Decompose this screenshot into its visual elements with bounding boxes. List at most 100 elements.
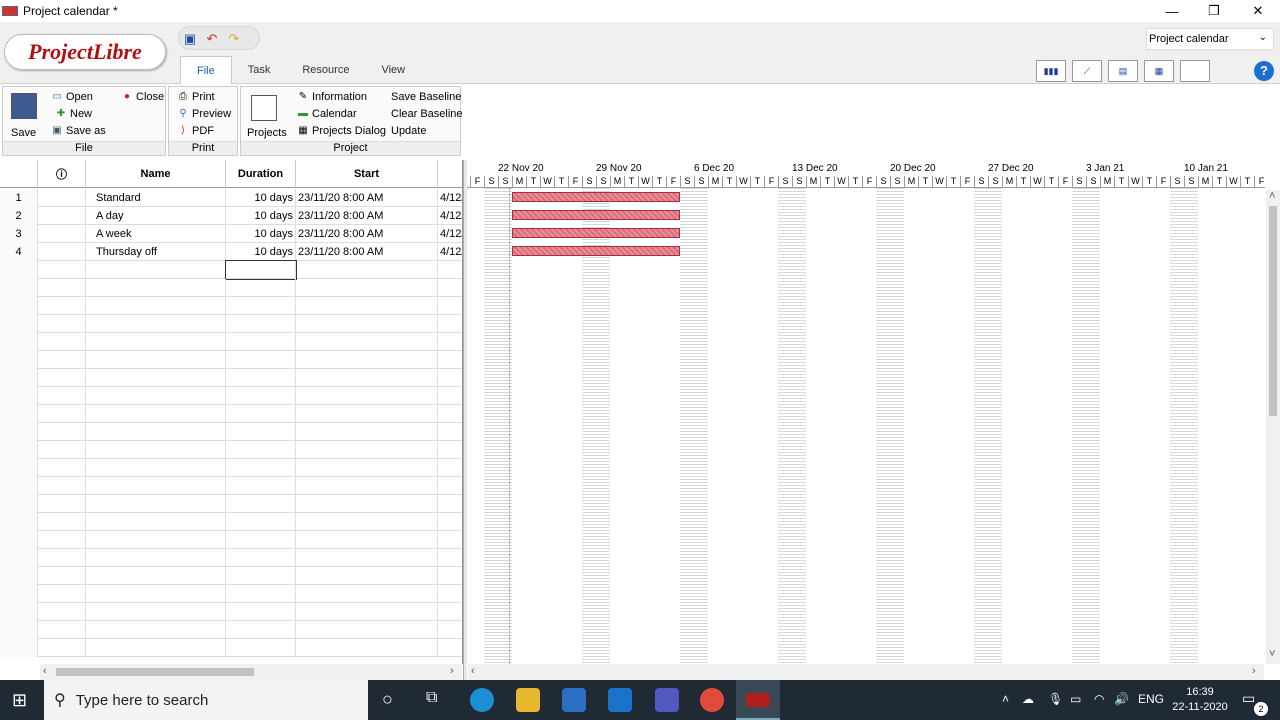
table-row[interactable]: 2 A day 10 days 23/11/20 8:00 AM 4/12/ [0, 207, 462, 225]
start-cell[interactable] [296, 531, 438, 549]
duration-cell[interactable] [226, 369, 296, 387]
name-cell[interactable] [86, 585, 226, 603]
name-cell[interactable]: Thursday off [86, 243, 226, 261]
table-row[interactable] [0, 369, 462, 387]
row-number-cell[interactable] [0, 585, 38, 603]
name-cell[interactable] [86, 603, 226, 621]
start-cell[interactable] [296, 549, 438, 567]
preview-button[interactable]: ⚲ Preview [177, 108, 231, 120]
duration-cell[interactable] [226, 459, 296, 477]
table-row[interactable] [0, 639, 462, 657]
name-cell[interactable] [86, 387, 226, 405]
finish-cell[interactable] [438, 639, 462, 657]
name-cell[interactable] [86, 315, 226, 333]
row-number-cell[interactable] [0, 333, 38, 351]
indicator-cell[interactable] [38, 297, 86, 315]
clear-baseline-button[interactable]: Clear Baseline [391, 108, 463, 120]
row-number-cell[interactable] [0, 603, 38, 621]
name-column-header[interactable]: Name [86, 160, 226, 188]
table-row[interactable] [0, 459, 462, 477]
name-cell[interactable] [86, 459, 226, 477]
start-cell[interactable]: 23/11/20 8:00 AM [296, 243, 438, 261]
gantt-scroll-left-icon[interactable]: ‹ [471, 665, 475, 677]
resource-table-icon[interactable]: ▦ [1144, 60, 1174, 82]
scroll-left-icon[interactable]: ‹ [43, 665, 47, 677]
task-bar[interactable] [512, 192, 680, 202]
row-number-cell[interactable]: 4 [0, 243, 38, 261]
teams-icon[interactable] [655, 688, 679, 712]
start-cell[interactable] [296, 333, 438, 351]
table-row[interactable] [0, 315, 462, 333]
start-cell[interactable] [296, 585, 438, 603]
save-button[interactable]: Save [11, 127, 36, 139]
finish-cell[interactable] [438, 459, 462, 477]
indicator-cell[interactable] [38, 639, 86, 657]
projects-button[interactable]: Projects [247, 127, 287, 139]
name-cell[interactable] [86, 279, 226, 297]
taskbar-search-box[interactable]: ⚲ Type here to search [44, 680, 368, 720]
table-row[interactable] [0, 603, 462, 621]
row-number-cell[interactable] [0, 513, 38, 531]
finish-cell[interactable] [438, 621, 462, 639]
row-number-cell[interactable] [0, 441, 38, 459]
name-cell[interactable] [86, 351, 226, 369]
tab-view[interactable]: View [365, 56, 421, 84]
name-cell[interactable] [86, 441, 226, 459]
indicator-column-header[interactable]: ⓘ [38, 160, 86, 188]
indicator-cell[interactable] [38, 495, 86, 513]
scroll-down-icon[interactable]: ˅ [1269, 648, 1275, 660]
finish-cell[interactable]: 4/12/ [438, 207, 462, 225]
duration-cell[interactable] [226, 405, 296, 423]
show-hidden-icons-icon[interactable]: ˄ [1002, 692, 1009, 706]
redo-icon[interactable]: ↷ [226, 31, 242, 47]
row-number-cell[interactable] [0, 567, 38, 585]
name-cell[interactable] [86, 495, 226, 513]
row-number-cell[interactable] [0, 351, 38, 369]
duration-cell[interactable] [226, 441, 296, 459]
finish-cell[interactable] [438, 567, 462, 585]
finish-cell[interactable] [438, 549, 462, 567]
duration-cell[interactable] [226, 297, 296, 315]
table-row[interactable] [0, 477, 462, 495]
battery-icon[interactable]: ▭ [1070, 692, 1081, 706]
finish-cell[interactable] [438, 477, 462, 495]
name-cell[interactable] [86, 297, 226, 315]
name-cell[interactable]: A day [86, 207, 226, 225]
indicator-cell[interactable] [38, 243, 86, 261]
duration-cell[interactable] [226, 639, 296, 657]
indicator-cell[interactable] [38, 279, 86, 297]
print-button[interactable]: ⎙ Print [177, 91, 215, 103]
projects-dialog-button[interactable]: ▦ Projects Dialog [297, 125, 386, 137]
start-cell[interactable] [296, 423, 438, 441]
undo-icon[interactable]: ↶ [204, 31, 220, 47]
update-button[interactable]: Update [391, 125, 426, 137]
row-number-cell[interactable]: 3 [0, 225, 38, 243]
start-cell[interactable] [296, 261, 438, 279]
tab-task[interactable]: Task [232, 56, 287, 84]
duration-cell[interactable] [226, 567, 296, 585]
indicator-cell[interactable] [38, 423, 86, 441]
indicator-cell[interactable] [38, 513, 86, 531]
indicator-cell[interactable] [38, 261, 86, 279]
indicator-cell[interactable] [38, 459, 86, 477]
table-row[interactable] [0, 297, 462, 315]
indicator-cell[interactable] [38, 531, 86, 549]
finish-cell[interactable]: 4/12/ [438, 225, 462, 243]
start-cell[interactable]: 23/11/20 8:00 AM [296, 189, 438, 207]
name-cell[interactable] [86, 513, 226, 531]
indicator-cell[interactable] [38, 387, 86, 405]
name-cell[interactable] [86, 477, 226, 495]
start-cell[interactable] [296, 495, 438, 513]
name-cell[interactable] [86, 405, 226, 423]
duration-cell[interactable] [226, 621, 296, 639]
resource-delete-icon[interactable]: ▤ [1108, 60, 1138, 82]
name-cell[interactable] [86, 261, 226, 279]
finish-cell[interactable]: 4/12/ [438, 243, 462, 261]
start-cell[interactable] [296, 621, 438, 639]
name-cell[interactable]: A week [86, 225, 226, 243]
close-button[interactable]: ✕ [1236, 0, 1280, 22]
duration-cell[interactable] [226, 423, 296, 441]
duration-cell[interactable] [226, 603, 296, 621]
onedrive-icon[interactable]: ☁ [1022, 692, 1034, 706]
indicator-cell[interactable] [38, 369, 86, 387]
